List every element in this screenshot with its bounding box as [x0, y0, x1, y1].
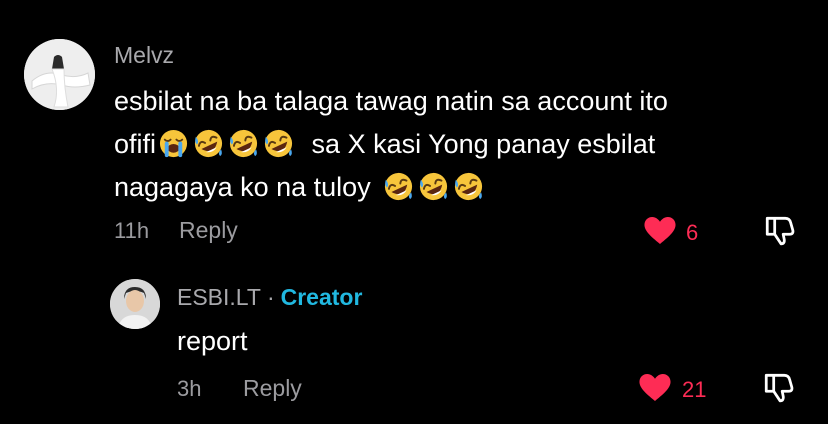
- comment-like-count: 6: [686, 220, 699, 245]
- comment-reply-button[interactable]: Reply: [179, 217, 238, 244]
- reply-like-count: 21: [682, 377, 707, 402]
- reply-text: report: [177, 326, 248, 356]
- rofl-icon: [383, 171, 414, 202]
- reply-separator: ·: [266, 284, 275, 310]
- comment-timestamp: 11h: [114, 218, 150, 243]
- dislike-icon[interactable]: [763, 213, 797, 247]
- comment-line-2: ofifi sa X kasi Yong panay esbilat: [114, 123, 668, 166]
- heart-icon[interactable]: [638, 373, 672, 402]
- comment-line-3-text: nagagaya ko na tuloy: [114, 172, 371, 202]
- reply-header: ESBI.LT · Creator: [177, 284, 362, 311]
- creator-badge: Creator: [280, 284, 363, 310]
- commenter-avatar[interactable]: [24, 39, 95, 110]
- rofl-icon: [453, 171, 484, 202]
- comment-username[interactable]: Melvz: [114, 42, 174, 69]
- comment-line-1: esbilat na ba talaga tawag natin sa acco…: [114, 86, 668, 116]
- rofl-icon: [228, 128, 259, 159]
- reply-timestamp: 3h: [177, 376, 202, 401]
- rofl-icon: [193, 128, 224, 159]
- dislike-icon[interactable]: [762, 370, 796, 404]
- reply-reply-button[interactable]: Reply: [243, 375, 302, 402]
- loudly-crying-face-icon: [158, 128, 189, 159]
- reply-avatar[interactable]: [110, 279, 160, 329]
- rofl-icon: [418, 171, 449, 202]
- rofl-icon: [263, 128, 294, 159]
- comment-text: esbilat na ba talaga tawag natin sa acco…: [114, 80, 668, 209]
- comment-line-2-suffix: sa X kasi Yong panay esbilat: [311, 129, 656, 159]
- heart-icon[interactable]: [643, 216, 677, 245]
- reply-username[interactable]: ESBI.LT: [177, 284, 261, 310]
- comment-line-3: nagagaya ko na tuloy: [114, 166, 668, 209]
- comment-line-2-prefix: ofifi: [114, 129, 157, 159]
